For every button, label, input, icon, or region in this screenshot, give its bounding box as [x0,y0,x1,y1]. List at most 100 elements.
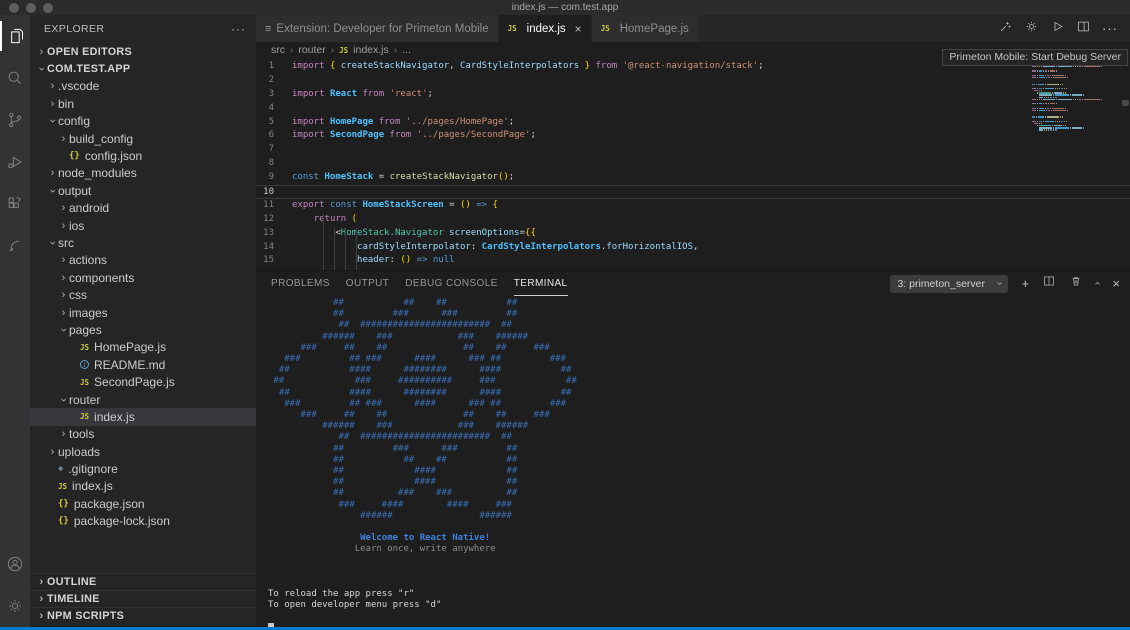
line-content [284,74,292,88]
tree-item-output[interactable]: ›output [30,182,256,199]
panel-tab-terminal[interactable]: TERMINAL [514,271,568,296]
minimap-line [1032,94,1118,95]
panel-tab-output[interactable]: OUTPUT [346,271,390,296]
primeton-debug-icon[interactable] [998,19,1013,39]
tree-item-uploads[interactable]: ›uploads [30,443,256,460]
tree-item-open-editors[interactable]: ›OPEN EDITORS [30,43,256,60]
terminal-content[interactable]: ## ## ## ## ## ### ### ## ## ###########… [256,296,1130,627]
search-icon[interactable] [0,57,30,99]
tree-item--vscode[interactable]: ›.vscode [30,78,256,95]
new-terminal-icon[interactable]: + [1021,276,1029,291]
tree-item-tools[interactable]: ›tools [30,426,256,443]
tree-item-config[interactable]: ›config [30,113,256,130]
minimap-line [1032,84,1118,85]
panel-tab-problems[interactable]: PROBLEMS [271,271,330,296]
tree-item-bin[interactable]: ›bin [30,95,256,112]
tree-item-label: output [58,184,91,198]
settings-gear-icon[interactable] [0,585,30,627]
tree-item-package-lock-json[interactable]: {}package-lock.json [30,513,256,530]
tree-item--gitignore[interactable]: ◆.gitignore [30,460,256,477]
tree-item-index-js[interactable]: JSindex.js [30,408,256,425]
code-line[interactable]: 6import SecondPage from '../pages/Second… [256,129,1130,143]
breadcrumb-item[interactable]: index.js [353,44,389,56]
minimap[interactable] [1032,66,1118,132]
extensions-icon[interactable] [0,183,30,225]
minimap-line [1032,121,1118,122]
line-content: header: () => null [284,254,455,268]
kill-terminal-icon[interactable] [1069,274,1083,293]
tree-item-build-config[interactable]: ›build_config [30,130,256,147]
source-control-icon[interactable] [0,99,30,141]
tree-item-label: OPEN EDITORS [47,46,132,58]
tree-item-config-json[interactable]: {}config.json [30,147,256,164]
code-line[interactable]: 3import React from 'react'; [256,88,1130,102]
tree-item-readme-md[interactable]: iREADME.md [30,356,256,373]
split-editor-icon[interactable] [1076,19,1091,39]
code-editor[interactable]: 1import { createStackNavigator, CardStyl… [256,58,1130,270]
code-line[interactable]: 13 <HomeStack.Navigator screenOptions={{ [256,227,1130,241]
split-terminal-icon[interactable] [1042,274,1056,293]
code-line[interactable]: 7 [256,143,1130,157]
code-line[interactable]: 12 return ( [256,213,1130,227]
tree-item-label: css [69,288,87,302]
js-file-icon: JS [80,343,89,352]
run-icon[interactable] [1050,19,1065,39]
primeton-extension-icon[interactable] [0,225,30,267]
code-line[interactable]: 9const HomeStack = createStackNavigator(… [256,171,1130,185]
gear-icon[interactable] [1024,19,1039,39]
breadcrumb-item[interactable]: src [271,44,285,56]
section-npm-scripts[interactable]: ›NPM SCRIPTS [30,607,256,624]
section-timeline[interactable]: ›TIMELINE [30,590,256,607]
panel-controls: 3: primeton_server › + › × [890,274,1120,293]
explorer-more-icon[interactable]: ··· [231,22,246,36]
run-debug-icon[interactable] [0,141,30,183]
tree-item-homepage-js[interactable]: JS HomePage.js [30,339,256,356]
tree-item-label: SecondPage.js [94,375,175,389]
minimap-line [1032,116,1118,117]
tree-item-android[interactable]: ›android [30,200,256,217]
minimap-line [1032,114,1118,115]
breadcrumb-separator: › [394,45,397,56]
chevron-down-icon: › [47,237,59,248]
tree-item-src[interactable]: ›src [30,234,256,251]
code-line[interactable]: 2 [256,74,1130,88]
tab-extension-developer-for-primeton-mobile[interactable]: ≡Extension: Developer for Primeton Mobil… [256,15,499,42]
tree-item-components[interactable]: ›components [30,269,256,286]
code-line[interactable]: 10 [256,185,1130,199]
tree-item-router[interactable]: ›router [30,391,256,408]
close-tab-icon[interactable]: × [575,22,582,36]
tree-item-index-js[interactable]: JSindex.js [30,478,256,495]
tree-item-ios[interactable]: ›ios [30,217,256,234]
code-line[interactable]: 4 [256,102,1130,116]
tab-index-js[interactable]: JSindex.js× [499,15,592,42]
code-line[interactable]: 11export const HomeStackScreen = () => { [256,199,1130,213]
tree-item-actions[interactable]: ›actions [30,252,256,269]
breadcrumb-item[interactable]: ... [402,44,411,56]
tree-item-node-modules[interactable]: ›node_modules [30,165,256,182]
maximize-panel-icon[interactable]: › [1092,282,1103,285]
scrollbar-thumb[interactable] [1122,100,1129,106]
tree-item-images[interactable]: ›images [30,304,256,321]
terminal-select[interactable]: 3: primeton_server › [890,275,1008,293]
code-line[interactable]: 14 cardStyleInterpolator: CardStyleInter… [256,241,1130,255]
code-line[interactable]: 5import HomePage from '../pages/HomePage… [256,116,1130,130]
accounts-icon[interactable] [0,543,30,585]
js-file-icon: JS [601,24,610,33]
tree-item-secondpage-js[interactable]: JSSecondPage.js [30,373,256,390]
close-panel-icon[interactable]: × [1112,276,1120,291]
more-actions-icon[interactable]: ··· [1102,21,1118,36]
line-content: return ( [284,213,357,227]
tree-item-css[interactable]: ›css [30,286,256,303]
section-outline[interactable]: ›OUTLINE [30,573,256,590]
code-line[interactable]: 15 header: () => null [256,254,1130,268]
explorer-icon[interactable] [0,15,30,57]
tree-item-package-json[interactable]: {}package.json [30,495,256,512]
code-line[interactable]: 8 [256,157,1130,171]
minimap-line [1032,125,1118,126]
tab-homepage-js[interactable]: JSHomePage.js [592,15,699,42]
breadcrumb-item[interactable]: router [298,44,325,56]
tree-item-com-test-app[interactable]: ›COM.TEST.APP [30,60,256,77]
panel-tab-debug-console[interactable]: DEBUG CONSOLE [405,271,497,296]
tree-item-label: HomePage.js [94,340,166,354]
tree-item-pages[interactable]: ›pages [30,321,256,338]
